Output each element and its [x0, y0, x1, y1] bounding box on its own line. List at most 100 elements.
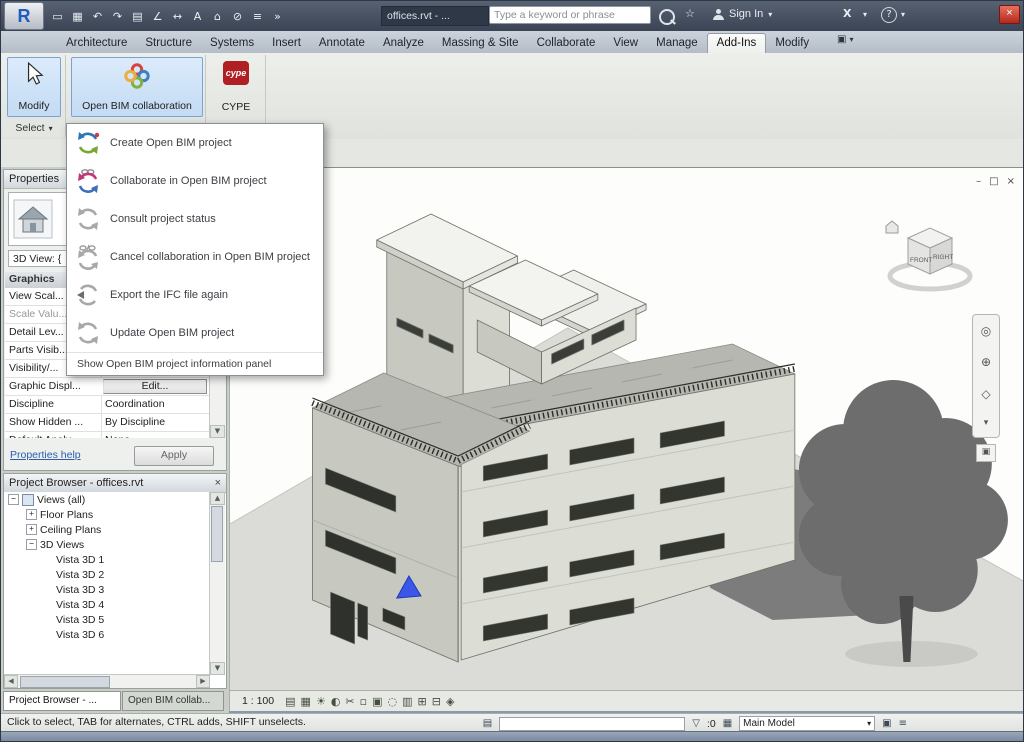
tab-analyze[interactable]: Analyze: [374, 34, 433, 53]
window-close-button[interactable]: ×: [999, 5, 1020, 24]
thin-lines-icon[interactable]: ≡: [249, 8, 266, 25]
select-toggle-icon[interactable]: ≡: [899, 718, 907, 729]
tab-massing-site[interactable]: Massing & Site: [433, 34, 528, 53]
browser-horizontal-scrollbar[interactable]: ◀ ▶: [4, 674, 210, 688]
temporary-hide-isolate-icon[interactable]: ▣: [372, 695, 382, 708]
sun-path-icon[interactable]: ☀: [316, 695, 326, 708]
tree-node-vista-3d-5[interactable]: Vista 3D 5: [4, 612, 210, 627]
scale-button[interactable]: 1 : 100: [236, 693, 280, 709]
help-icon[interactable]: ?: [881, 7, 897, 23]
view-restore-icon[interactable]: □: [989, 176, 998, 187]
tab-project-browser[interactable]: Project Browser - ...: [3, 691, 121, 711]
navigation-wheel-icon[interactable]: ◎: [981, 324, 991, 338]
collapse-icon[interactable]: −: [26, 539, 37, 550]
tree-node-views[interactable]: − Views (all): [4, 492, 210, 507]
sign-in-control[interactable]: Sign In ▾: [713, 8, 772, 20]
collapse-icon[interactable]: −: [8, 494, 19, 505]
ribbon-display-toggle[interactable]: ▣ ▾: [837, 34, 853, 45]
tree-node-3d-views[interactable]: − 3D Views: [4, 537, 210, 552]
tree-node-vista-3d-6[interactable]: Vista 3D 6: [4, 627, 210, 642]
search-input[interactable]: [489, 6, 651, 24]
tab-insert[interactable]: Insert: [263, 34, 310, 53]
print-icon[interactable]: ▤: [129, 8, 146, 25]
detail-level-icon[interactable]: ▤: [285, 695, 295, 708]
property-value[interactable]: None: [101, 432, 209, 438]
worksharing-display-icon[interactable]: ⊞: [418, 695, 427, 708]
selection-filter-icon[interactable]: ▽: [692, 718, 700, 729]
tree-node-ceiling-plans[interactable]: + Ceiling Plans: [4, 522, 210, 537]
scroll-left-icon[interactable]: ◀: [4, 675, 18, 688]
tab-structure[interactable]: Structure: [136, 34, 201, 53]
qat-overflow-icon[interactable]: »: [269, 8, 286, 25]
menu-item-consult-status[interactable]: Consult project status: [67, 200, 323, 238]
scroll-right-icon[interactable]: ▶: [196, 675, 210, 688]
default-3d-view-icon[interactable]: ⌂: [209, 8, 226, 25]
project-browser-close-icon[interactable]: ×: [215, 475, 221, 492]
redo-icon[interactable]: ↷: [109, 8, 126, 25]
view-close-icon[interactable]: ×: [1007, 176, 1015, 187]
menu-item-export-ifc[interactable]: Export the IFC file again: [67, 276, 323, 314]
text-icon[interactable]: A: [189, 8, 206, 25]
tab-add-ins[interactable]: Add-Ins: [707, 33, 767, 53]
cype-button[interactable]: cype CYPE: [209, 57, 263, 117]
orbit-icon[interactable]: ◇: [981, 387, 990, 401]
modify-button[interactable]: Modify: [7, 57, 61, 117]
viewcube[interactable]: FRONT RIGHT: [878, 212, 978, 307]
menu-item-update-openbim[interactable]: Update Open BIM project: [67, 314, 323, 352]
properties-help-link[interactable]: Properties help: [10, 449, 81, 461]
crop-view-icon[interactable]: ✂: [345, 695, 354, 708]
displacement-icon[interactable]: ⊟: [432, 695, 441, 708]
tree-node-floor-plans[interactable]: + Floor Plans: [4, 507, 210, 522]
open-icon[interactable]: ▭: [49, 8, 66, 25]
menu-item-show-info-panel[interactable]: Show Open BIM project information panel: [67, 352, 323, 375]
section-icon[interactable]: ⊘: [229, 8, 246, 25]
analytical-model-icon[interactable]: ◈: [446, 695, 454, 708]
design-option-select[interactable]: Main Model ▾: [739, 716, 875, 731]
expand-icon[interactable]: +: [26, 524, 37, 535]
menu-item-collaborate-openbim[interactable]: Collaborate in Open BIM project: [67, 162, 323, 200]
property-value[interactable]: By Discipline: [101, 414, 209, 431]
navbar-extra-icon[interactable]: ▣: [976, 444, 996, 462]
application-menu-button[interactable]: R: [4, 2, 44, 30]
tab-systems[interactable]: Systems: [201, 34, 263, 53]
scroll-thumb[interactable]: [211, 506, 223, 562]
measure-icon[interactable]: ∠: [149, 8, 166, 25]
save-icon[interactable]: ▦: [69, 8, 86, 25]
dimension-icon[interactable]: ↔: [169, 8, 186, 25]
tab-manage[interactable]: Manage: [647, 34, 707, 53]
browser-vertical-scrollbar[interactable]: ▲ ▼: [209, 492, 225, 675]
tree-node-vista-3d-2[interactable]: Vista 3D 2: [4, 567, 210, 582]
expand-icon[interactable]: +: [26, 509, 37, 520]
tree-node-vista-3d-1[interactable]: Vista 3D 1: [4, 552, 210, 567]
undo-icon[interactable]: ↶: [89, 8, 106, 25]
scroll-down-icon[interactable]: ▼: [210, 425, 225, 438]
scroll-up-icon[interactable]: ▲: [210, 492, 225, 505]
zoom-icon[interactable]: ⊕: [981, 355, 991, 369]
editable-only-icon[interactable]: ▣: [882, 718, 891, 729]
tab-view[interactable]: View: [604, 34, 647, 53]
reveal-hidden-elements-icon[interactable]: ◌: [388, 695, 398, 708]
tab-collaborate[interactable]: Collaborate: [528, 34, 605, 53]
exchange-caret-icon[interactable]: ▾: [863, 10, 867, 19]
help-caret-icon[interactable]: ▾: [901, 10, 905, 19]
visual-style-icon[interactable]: ▦: [301, 695, 311, 708]
search-icon[interactable]: [659, 9, 675, 28]
exchange-apps-icon[interactable]: X: [843, 7, 851, 20]
shadows-icon[interactable]: ◐: [331, 695, 341, 708]
project-browser-header[interactable]: Project Browser - offices.rvt ×: [4, 474, 226, 493]
favorites-star-icon[interactable]: ☆: [685, 7, 695, 20]
view-minimize-icon[interactable]: –: [976, 176, 981, 187]
tree-node-vista-3d-3[interactable]: Vista 3D 3: [4, 582, 210, 597]
worksets-field[interactable]: [499, 717, 685, 731]
menu-item-create-openbim[interactable]: Create Open BIM project: [67, 124, 323, 162]
tab-modify[interactable]: Modify: [766, 34, 818, 53]
worksets-icon[interactable]: ▤: [483, 718, 492, 729]
tree-node-vista-3d-4[interactable]: Vista 3D 4: [4, 597, 210, 612]
menu-item-cancel-collaboration[interactable]: Cancel collaboration in Open BIM project: [67, 238, 323, 276]
select-panel-label[interactable]: Select ▾: [3, 119, 66, 137]
tab-open-bim-collab[interactable]: Open BIM collab...: [122, 691, 224, 711]
navbar-expand-icon[interactable]: ▾: [984, 418, 989, 428]
apply-button[interactable]: Apply: [134, 446, 214, 466]
show-crop-region-icon[interactable]: ▫: [360, 695, 367, 708]
design-options-icon[interactable]: ▦: [723, 718, 732, 729]
